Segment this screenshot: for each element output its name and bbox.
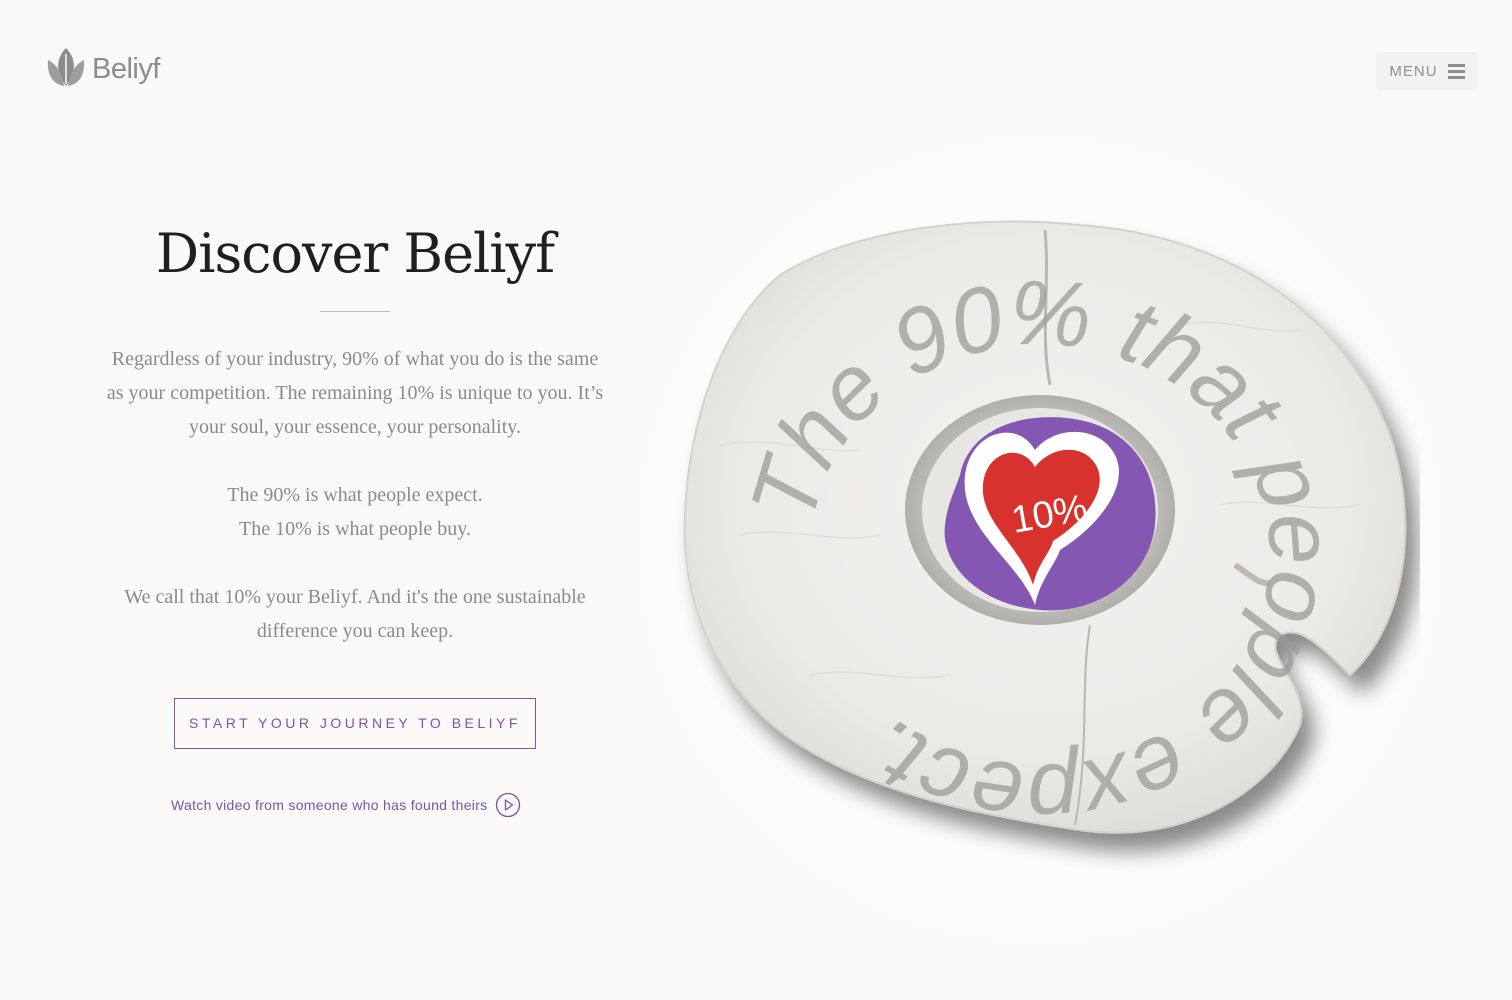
- stump-svg: The 90% that people expect. 10%: [683, 220, 1407, 848]
- beliyf-paragraph: We call that 10% your Beliyf. And it's t…: [124, 586, 586, 642]
- buy-line: The 10% is what people buy.: [239, 518, 471, 540]
- watch-video-label: Watch video from someone who has found t…: [171, 797, 488, 813]
- menu-button[interactable]: MENU: [1376, 52, 1478, 90]
- start-journey-button[interactable]: START YOUR JOURNEY TO BELIYF: [174, 698, 536, 749]
- watch-video-link[interactable]: Watch video from someone who has found t…: [171, 792, 521, 818]
- title-divider: [320, 311, 390, 312]
- expect-buy-paragraph: The 90% is what people expect. The 10% i…: [104, 478, 606, 546]
- play-circle-icon: [496, 792, 521, 818]
- hero-section: Discover Beliyf Regardless of your indus…: [104, 218, 606, 749]
- menu-label: MENU: [1389, 62, 1438, 80]
- brand-logo[interactable]: Beliyf: [46, 46, 160, 88]
- hamburger-icon: [1447, 63, 1465, 79]
- brand-name: Beliyf: [92, 52, 160, 85]
- leaf-logo-icon: [47, 48, 85, 86]
- page-title: Discover Beliyf: [155, 222, 555, 285]
- tree-stump-illustration: The 90% that people expect. 10%: [660, 205, 1420, 885]
- intro-paragraph: Regardless of your industry, 90% of what…: [106, 348, 604, 438]
- expect-line: The 90% is what people expect.: [227, 484, 483, 506]
